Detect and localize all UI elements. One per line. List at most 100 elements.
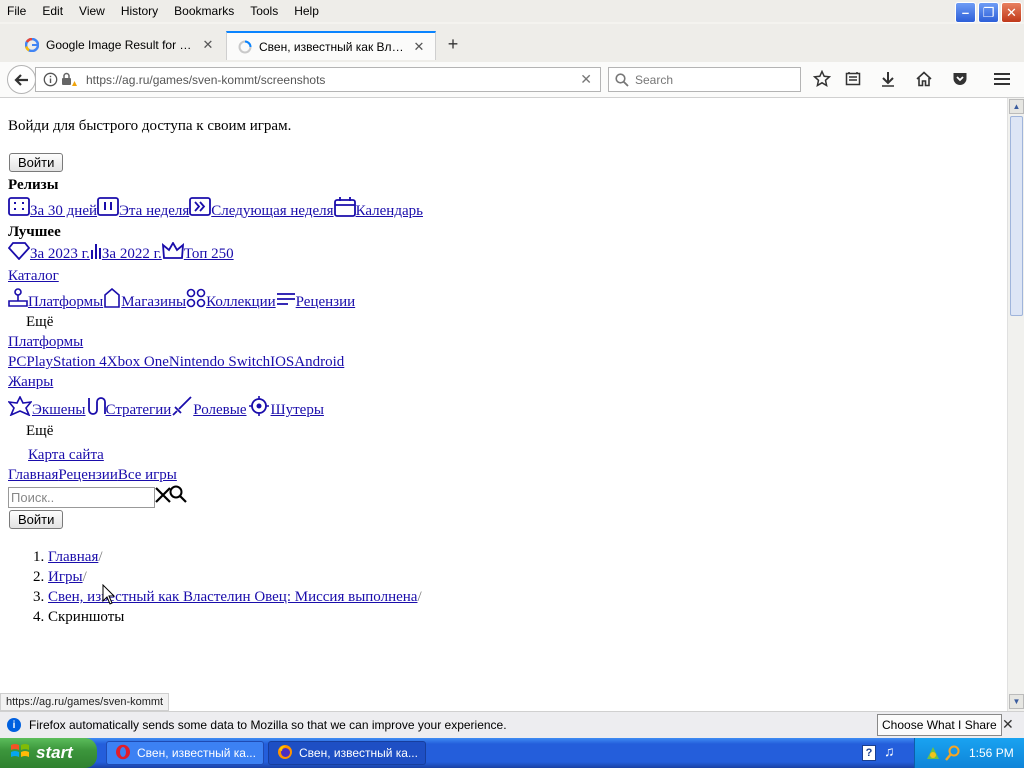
link-android[interactable]: Android [294,354,344,370]
bookmark-star-icon[interactable] [812,69,832,89]
system-tray: 1:56 PM [914,738,1024,768]
close-tab-icon[interactable]: ✕ [411,39,427,55]
scroll-down-icon[interactable]: ▼ [1009,694,1024,709]
link-best-2023[interactable]: За 2023 г. [30,246,90,262]
tab-title: Свен, известный как Власт... [259,39,407,54]
link-all-reviews[interactable]: Рецензии [58,467,118,483]
best-links: За 2023 г. За 2022 г. Топ 250 [8,242,234,263]
search-icon [615,72,629,87]
menu-bookmarks[interactable]: Bookmarks [166,4,242,18]
search-input[interactable]: Search [608,67,801,92]
link-this-week[interactable]: Эта неделя [119,203,189,219]
catalog-link[interactable]: Каталог [8,268,59,284]
loading-icon [237,39,253,55]
search-icon[interactable] [168,485,188,503]
home-icon[interactable] [914,69,934,89]
link-best-2022[interactable]: За 2022 г. [102,246,162,262]
strategy-icon [87,397,106,415]
speaker-icon[interactable]: ♫ [884,743,895,759]
taskbar-item-firefox[interactable]: Свен, известный ка... [268,741,426,765]
hamburger-menu-icon[interactable] [992,69,1012,89]
link-stores[interactable]: Магазины [121,294,186,310]
taskbar: start Свен, известный ка... Свен, извест… [0,738,1024,768]
firefox-icon [277,744,293,763]
link-ps4[interactable]: PlayStation 4 [26,354,106,370]
url-bar[interactable]: https://ag.ru/games/sven-kommt/screensho… [35,67,601,92]
link-reviews[interactable]: Рецензии [296,294,356,310]
pocket-icon[interactable] [950,69,970,89]
vertical-scrollbar[interactable]: ▲ ▼ [1007,98,1024,711]
sitemap-link[interactable]: Карта сайта [28,447,104,463]
genres-link[interactable]: Жанры [8,374,53,390]
menu-edit[interactable]: Edit [34,4,71,18]
link-30-days[interactable]: За 30 дней [30,203,97,219]
scroll-up-icon[interactable]: ▲ [1009,99,1024,114]
info-icon[interactable] [43,72,58,90]
notification-bar: i Firefox automatically sends some data … [0,711,1024,738]
new-tab-icon[interactable]: + [443,32,463,56]
taskbar-item-title: Свен, известный ка... [137,746,256,760]
link-next-week[interactable]: Следующая неделя [211,203,333,219]
menu-file[interactable]: File [0,4,34,18]
close-window-button[interactable]: ✕ [1001,2,1022,23]
link-calendar[interactable]: Календарь [356,203,423,219]
taskbar-item-title: Свен, известный ка... [299,746,418,760]
collections-icon [186,288,206,308]
reviews-icon [276,293,295,305]
reading-list-icon[interactable] [843,69,863,89]
start-button[interactable]: start [0,738,97,768]
close-tab-icon[interactable]: ✕ [200,37,216,53]
more-button-2[interactable]: Ещё [26,423,53,440]
breadcrumb-home[interactable]: Главная [48,549,98,565]
maximize-button[interactable]: ❐ [978,2,999,23]
clear-url-icon[interactable]: ✕ [580,71,592,88]
link-xbox-one[interactable]: Xbox One [107,354,169,370]
search-tray-icon[interactable] [945,745,961,764]
link-collections[interactable]: Коллекции [206,294,276,310]
window-controls: – ❐ ✕ [955,2,1022,23]
link-ios[interactable]: IOS [270,354,294,370]
more-button-1[interactable]: Ещё [26,314,53,331]
next-week-icon [189,197,212,216]
link-all-games[interactable]: Все игры [118,467,177,483]
menu-history[interactable]: History [113,4,166,18]
info-icon: i [7,718,21,732]
taskbar-item-opera[interactable]: Свен, известный ка... [106,741,264,765]
link-shooters[interactable]: Шутеры [271,402,324,418]
tab-sven[interactable]: Свен, известный как Власт... ✕ [226,31,436,60]
download-icon[interactable] [878,69,898,89]
breadcrumb-separator: / [98,549,103,565]
link-top-250[interactable]: Топ 250 [184,246,234,262]
link-platforms[interactable]: Платформы [28,294,103,310]
back-arrow-icon [13,73,28,86]
scroll-thumb[interactable] [1010,116,1023,316]
platform-links: PCPlayStation 4Xbox OneNintendo SwitchIO… [8,354,344,371]
start-label: start [36,743,73,762]
genre-links: Экшены Стратегии Ролевые Шутеры [8,396,324,419]
site-search-input[interactable]: Поиск.. [8,487,155,508]
link-nintendo-switch[interactable]: Nintendo Switch [169,354,270,370]
menu-tools[interactable]: Tools [242,4,286,18]
breadcrumb-games[interactable]: Игры [48,569,83,585]
minimize-button[interactable]: – [955,2,976,23]
google-icon [24,37,40,53]
lock-warning-icon[interactable] [61,72,77,90]
sword-icon [172,396,192,416]
close-notification-icon[interactable]: ✕ [1002,716,1014,733]
tab-google-image[interactable]: Google Image Result for http... ✕ [14,31,224,59]
back-button[interactable] [7,65,36,94]
platforms-link[interactable]: Платформы [8,334,83,350]
menu-help[interactable]: Help [286,4,327,18]
login-button-2[interactable]: Войти [9,510,64,529]
link-strategy[interactable]: Стратегии [106,402,172,418]
link-pc[interactable]: PC [8,354,26,370]
network-icon[interactable] [925,745,941,764]
help-icon[interactable]: ? [862,745,876,761]
link-rpg[interactable]: Ролевые [193,402,246,418]
login-button[interactable]: Войти [9,153,64,172]
link-home[interactable]: Главная [8,467,58,483]
crown-icon [161,242,184,259]
menu-view[interactable]: View [71,4,113,18]
link-action[interactable]: Экшены [32,402,86,418]
choose-what-i-share-button[interactable]: Choose What I Share [877,714,1002,736]
